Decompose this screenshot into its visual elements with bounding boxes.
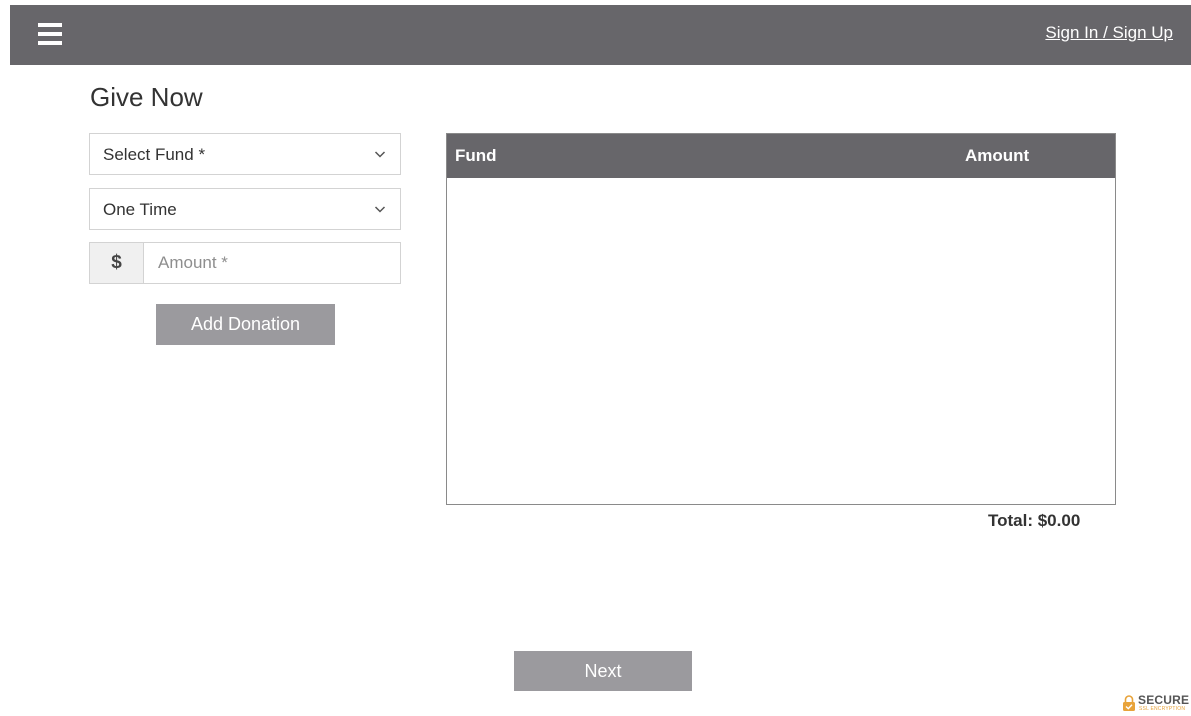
amount-field-group: $	[89, 242, 401, 284]
currency-symbol: $	[90, 243, 144, 283]
donation-total: Total: $0.00	[988, 511, 1081, 530]
page-title: Give Now	[90, 82, 203, 112]
lock-icon	[1123, 695, 1135, 711]
frequency-select[interactable]: One Time	[89, 188, 401, 230]
add-donation-button[interactable]: Add Donation	[156, 304, 335, 345]
top-nav-bar: Sign In / Sign Up	[10, 5, 1191, 65]
frequency-select-value: One Time	[103, 200, 177, 219]
secure-badge-sublabel: SSL ENCRYPTION	[1139, 706, 1186, 712]
next-button[interactable]: Next	[514, 651, 692, 691]
column-header-amount: Amount	[965, 146, 1030, 165]
sign-in-sign-up-link[interactable]: Sign In / Sign Up	[1045, 23, 1173, 43]
fund-select-value: Select Fund *	[103, 145, 206, 164]
table-header: Fund Amount	[447, 134, 1115, 178]
secure-ssl-badge: SECURE SSL ENCRYPTION	[1122, 692, 1191, 714]
chevron-down-icon	[374, 151, 386, 158]
secure-badge-label: SECURE	[1138, 693, 1190, 707]
hamburger-menu-icon[interactable]	[38, 23, 62, 45]
column-header-fund: Fund	[455, 146, 497, 165]
chevron-down-icon	[374, 206, 386, 213]
donation-summary-table: Fund Amount	[446, 133, 1116, 505]
amount-input[interactable]	[144, 243, 399, 283]
fund-select[interactable]: Select Fund *	[89, 133, 401, 175]
